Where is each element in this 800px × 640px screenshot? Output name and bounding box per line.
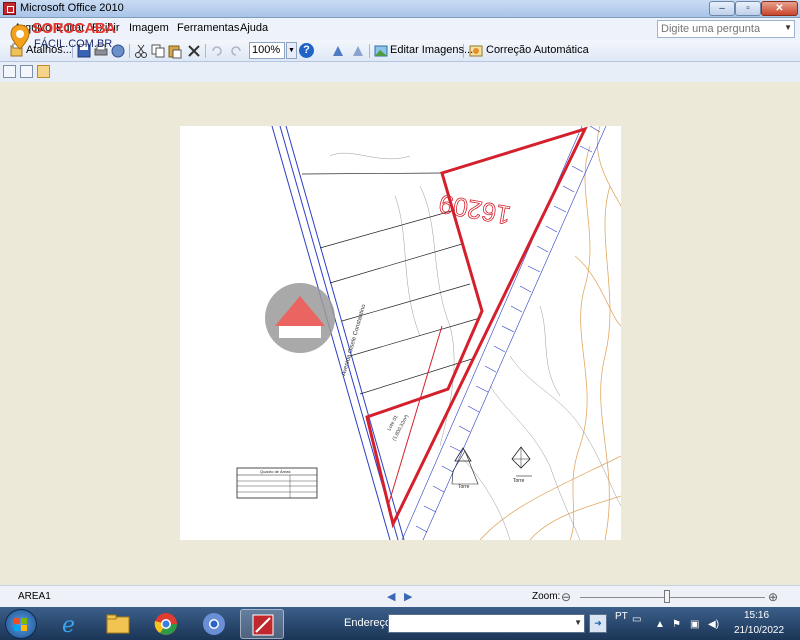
redo-icon (231, 46, 241, 56)
view-toolbar (0, 62, 800, 82)
logo-line-1: SOROCABA (32, 20, 116, 37)
folder-icon (106, 614, 130, 634)
thumbnail-view-button[interactable] (3, 65, 16, 78)
window-title: Microsoft Office 2010 (20, 2, 124, 14)
chrome-alt-icon (203, 613, 225, 635)
network-icon[interactable]: ▣ (690, 619, 699, 630)
lot-stamp-number: 16209 (437, 189, 513, 231)
taskbar-office-picture-manager[interactable] (240, 609, 284, 639)
picture-manager-icon (252, 614, 274, 636)
area-table: Quadro de Áreas (236, 467, 318, 499)
taskbar: e Endereço ▼ ➜ PT ▭ ▲ ⚑ ▣ ◀) 15:16 21/10… (0, 607, 800, 640)
undo-icon (212, 46, 222, 56)
watermark-house-icon (265, 283, 335, 353)
next-page-icon[interactable]: ▶ (404, 590, 412, 603)
taskbar-chrome-profile[interactable] (192, 609, 236, 639)
taskbar-file-explorer[interactable] (96, 609, 140, 639)
previous-page-icon[interactable]: ◀ (387, 590, 395, 603)
filmstrip-view-button[interactable] (20, 65, 33, 78)
clock-date[interactable]: 21/10/2022 (734, 625, 784, 636)
map-pin-icon (10, 24, 30, 50)
rotate-right-icon[interactable] (350, 43, 366, 59)
logo-line-2: FÁCIL.COM.BR (34, 38, 113, 50)
chrome-icon (154, 613, 177, 635)
zoom-slider-track[interactable] (580, 597, 765, 598)
go-arrow-icon[interactable]: ➜ (589, 614, 607, 633)
tower-symbol-1: Torre (451, 447, 479, 490)
help-question-box[interactable]: ▼ (657, 20, 795, 38)
toolbar-divider (205, 44, 206, 58)
svg-text:e: e (62, 613, 75, 638)
delete-icon[interactable] (186, 43, 202, 59)
send-icon[interactable] (110, 43, 126, 59)
menu-imagem[interactable]: Imagem (129, 22, 169, 34)
menu-ferramentas[interactable]: Ferramentas (177, 22, 239, 34)
address-label: Endereço (344, 617, 392, 629)
internet-explorer-icon: e (62, 613, 75, 638)
rotate-left-icon[interactable] (330, 43, 346, 59)
address-input[interactable] (389, 615, 569, 632)
zoom-in-icon[interactable]: ⊕ (768, 590, 778, 604)
taskbar-internet-explorer[interactable]: e (50, 609, 94, 639)
site-plan-drawing: 16209 Avenida Gisele Constantino Lote 01… (236, 126, 621, 540)
page-name-label: AREA1 (18, 591, 51, 602)
status-bar: AREA1 ◀ ▶ Zoom: ⊖ ⊕ (0, 585, 800, 607)
tower-symbol-2: Torre (511, 446, 532, 484)
document-canvas[interactable]: 16209 Avenida Gisele Constantino Lote 01… (180, 126, 621, 540)
clock-time[interactable]: 15:16 (744, 610, 769, 621)
zoom-label: Zoom: (532, 591, 561, 602)
address-field[interactable]: ▼ (388, 614, 585, 633)
title-bar: Microsoft Office 2010 ‒ ▫ ✕ (0, 0, 800, 18)
auto-correct-button[interactable]: Correção Automática (486, 44, 589, 56)
edit-images-icon[interactable] (373, 43, 389, 59)
volume-icon[interactable]: ◀) (708, 619, 719, 630)
menu-ajuda[interactable]: Ajuda (240, 22, 268, 34)
chevron-down-icon[interactable]: ▼ (286, 42, 297, 59)
help-icon[interactable]: ? (299, 43, 314, 58)
chevron-down-icon[interactable]: ▼ (784, 23, 792, 32)
toolbar-divider (369, 44, 370, 58)
maximize-button[interactable]: ▫ (735, 1, 761, 16)
sorocaba-facil-logo: SOROCABA FÁCIL.COM.BR (10, 20, 116, 56)
edit-images-button[interactable]: Editar Imagens... (390, 44, 473, 56)
help-question-input[interactable] (658, 21, 778, 37)
zoom-out-icon[interactable]: ⊖ (561, 590, 571, 604)
zoom-select[interactable]: 100% (249, 42, 285, 59)
tower-label-1: Torre (458, 484, 470, 490)
chevron-down-icon[interactable]: ▼ (574, 618, 582, 627)
taskbar-chrome[interactable] (144, 609, 188, 639)
single-page-view-button[interactable] (37, 65, 50, 78)
cut-icon[interactable] (133, 43, 149, 59)
copy-icon[interactable] (150, 43, 166, 59)
contour-lines (479, 126, 621, 540)
tower-label-2: Torre (513, 478, 525, 484)
language-indicator[interactable]: PT (615, 611, 628, 622)
office-app-icon (3, 2, 16, 15)
paste-icon[interactable] (167, 43, 183, 59)
show-hidden-icons[interactable]: ▲ (655, 619, 665, 630)
area-table-title: Quadro de Áreas (260, 469, 290, 474)
zoom-slider-thumb[interactable] (663, 590, 670, 603)
action-center-flag-icon[interactable]: ⚑ (672, 619, 681, 630)
close-button[interactable]: ✕ (761, 1, 798, 16)
toolbar-divider (129, 44, 130, 58)
start-button[interactable] (5, 609, 37, 639)
windows-logo-icon (14, 618, 27, 631)
lot-outline (365, 126, 588, 529)
minimize-button[interactable]: ‒ (709, 1, 735, 16)
keyboard-icon[interactable]: ▭ (632, 614, 641, 625)
